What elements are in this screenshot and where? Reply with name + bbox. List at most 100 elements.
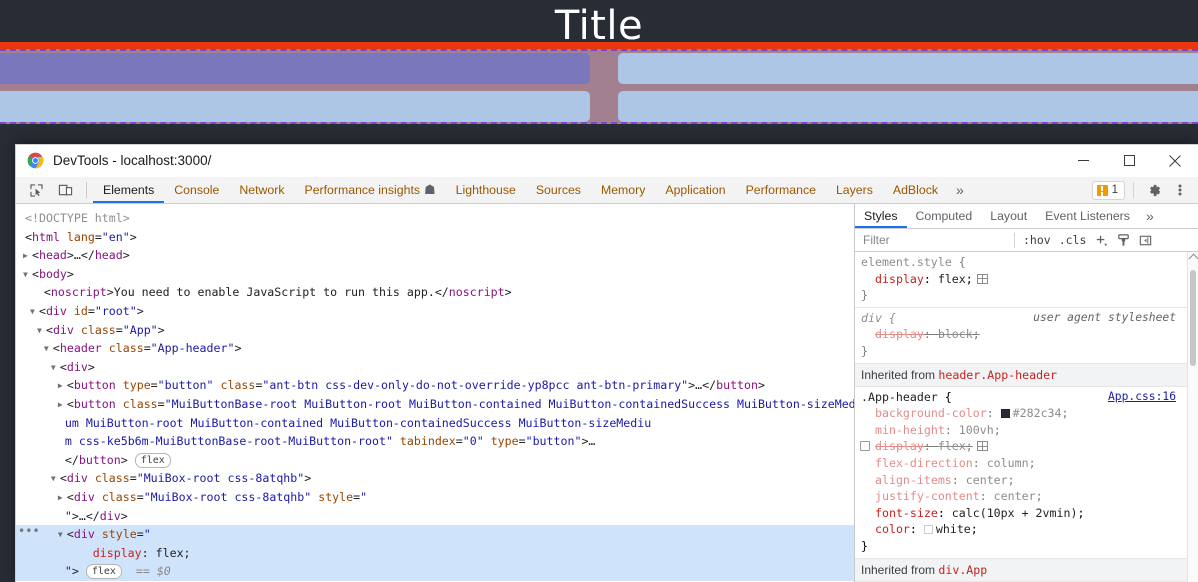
declaration-property: color <box>875 522 910 537</box>
style-rule[interactable]: element.style { display: flex; } <box>855 252 1198 308</box>
declaration-value: 100vh <box>958 422 994 437</box>
warning-count: 1 <box>1111 184 1118 196</box>
dom-line[interactable]: <div id="root"> <box>16 302 854 321</box>
noscript-text: You need to enable JavaScript to run thi… <box>113 285 435 300</box>
tab-application-label: Application <box>665 183 726 197</box>
device-toolbar-icon[interactable] <box>52 178 78 202</box>
dom-line[interactable]: <header class="App-header"> <box>16 339 854 358</box>
tab-console-label: Console <box>174 183 220 197</box>
settings-gear-icon[interactable] <box>1142 179 1166 201</box>
styles-filter-input[interactable] <box>858 233 1010 247</box>
dom-line[interactable]: <button class="MuiButtonBase-root MuiBut… <box>16 395 854 414</box>
more-tabs-icon[interactable]: » <box>948 177 972 203</box>
inherited-source: div.App <box>938 562 988 577</box>
declaration-checkbox[interactable] <box>860 441 870 452</box>
tab-layers[interactable]: Layers <box>826 177 883 203</box>
declaration[interactable]: align-items: center; <box>855 472 1198 489</box>
accent-bar <box>0 42 1198 49</box>
warning-badge[interactable]: 1 <box>1091 180 1125 200</box>
flex-badge[interactable]: flex <box>85 564 122 580</box>
tab-styles-label: Styles <box>864 209 898 223</box>
declaration[interactable]: display: flex; <box>855 271 1198 288</box>
element-highlight-overlay <box>0 49 1198 124</box>
element-classes-button[interactable]: .cls <box>1055 233 1091 247</box>
rule-close-brace: } <box>861 288 868 303</box>
tab-sources[interactable]: Sources <box>526 177 591 203</box>
styles-scrollbar[interactable] <box>1187 252 1198 582</box>
dom-line[interactable]: <noscript>You need to enable JavaScript … <box>16 283 854 302</box>
style-rule[interactable]: div {user agent stylesheet display: bloc… <box>855 308 1198 364</box>
dom-line-selected[interactable]: ••• <div style=" <box>16 522 854 544</box>
minimize-button[interactable] <box>1060 145 1106 177</box>
tab-console[interactable]: Console <box>164 177 229 203</box>
dom-tree-panel[interactable]: <!DOCTYPE html> <html lang="en"> <head>…… <box>16 204 854 582</box>
styles-more-tabs-icon[interactable]: » <box>1139 204 1161 228</box>
warning-icon <box>1096 184 1108 196</box>
color-swatch[interactable] <box>923 525 933 535</box>
styles-rules-list[interactable]: element.style { display: flex; } div {us… <box>855 252 1198 582</box>
declaration[interactable]: background-color: #282c34; <box>855 405 1198 422</box>
force-state-button[interactable]: :hov <box>1019 233 1055 247</box>
tab-memory[interactable]: Memory <box>591 177 655 203</box>
tab-performance[interactable]: Performance <box>736 177 826 203</box>
tab-event-listeners[interactable]: Event Listeners <box>1036 204 1139 228</box>
node-menu-icon[interactable]: ••• <box>18 522 40 541</box>
tab-styles[interactable]: Styles <box>855 204 907 228</box>
declaration[interactable]: color: white; <box>855 521 1198 538</box>
declaration[interactable]: justify-content: center; <box>855 488 1198 505</box>
rule-close-brace: } <box>861 538 868 553</box>
dom-line-selected[interactable]: "> flex == $0 <box>16 562 854 581</box>
dom-line[interactable]: </button> flex <box>16 451 854 470</box>
dom-line[interactable]: um MuiButton-root MuiButton-contained Mu… <box>16 414 854 433</box>
flex-badge[interactable]: flex <box>134 452 171 468</box>
tab-adblock[interactable]: AdBlock <box>883 177 948 203</box>
maximize-button[interactable] <box>1106 145 1152 177</box>
rule-origin-link[interactable]: App.css:16 <box>1108 389 1176 406</box>
new-style-rule-icon[interactable] <box>1090 230 1112 250</box>
declaration-property: display <box>875 327 924 342</box>
dom-line[interactable]: <button type="button" class="ant-btn css… <box>16 376 854 395</box>
dom-line[interactable]: <body> <box>16 265 854 284</box>
dom-line[interactable]: <head>…</head> <box>16 246 854 265</box>
declaration[interactable]: display: flex; <box>855 438 1198 455</box>
inspect-element-icon[interactable] <box>23 178 49 202</box>
dom-line[interactable]: <html lang="en"> <box>16 228 854 247</box>
dom-line[interactable]: <div class="MuiBox-root css-8atqhb" styl… <box>16 488 854 507</box>
toolbar-separator <box>86 182 87 198</box>
rule-selector: .App-header <box>861 389 938 404</box>
tab-adblock-label: AdBlock <box>892 183 939 197</box>
computed-styles-sidebar-icon[interactable] <box>1112 230 1134 250</box>
window-titlebar[interactable]: DevTools - localhost:3000/ <box>16 145 1198 177</box>
declaration[interactable]: flex-direction: column; <box>855 455 1198 472</box>
dom-line[interactable]: <!DOCTYPE html> <box>16 209 854 228</box>
declaration[interactable]: display: block; <box>855 326 1198 343</box>
scrollbar-thumb[interactable] <box>1190 270 1196 366</box>
declaration-value: flex <box>937 271 966 286</box>
tab-network[interactable]: Network <box>229 177 294 203</box>
tab-lighthouse[interactable]: Lighthouse <box>446 177 526 203</box>
declaration-property: font-size <box>875 505 938 520</box>
dom-line[interactable]: ">…</div> <box>16 507 854 526</box>
tab-performance-label: Performance <box>745 183 816 197</box>
devtools-menu-icon[interactable] <box>1168 179 1192 201</box>
tab-computed[interactable]: Computed <box>907 204 982 228</box>
declaration[interactable]: min-height: 100vh; <box>855 422 1198 439</box>
tab-application[interactable]: Application <box>655 177 735 203</box>
flexbox-editor-icon[interactable] <box>976 273 988 284</box>
toggle-sidebar-icon[interactable] <box>1134 230 1156 250</box>
tab-elements[interactable]: Elements <box>93 177 165 203</box>
tab-layout[interactable]: Layout <box>981 204 1036 228</box>
dom-line[interactable]: m css-ke5b6m-MuiButtonBase-root-MuiButto… <box>16 432 854 451</box>
style-rule[interactable]: .App-header {App.css:16 background-color… <box>855 387 1198 559</box>
rule-selector-line: .App-header {App.css:16 <box>861 389 1176 406</box>
scroll-up-arrow-icon[interactable] <box>1188 253 1198 264</box>
dom-line-selected[interactable]: display: flex; <box>16 543 854 563</box>
color-swatch[interactable] <box>1000 409 1010 419</box>
dom-line[interactable]: <div class="App"> <box>16 321 854 340</box>
flexbox-editor-icon[interactable] <box>976 441 988 452</box>
dom-line[interactable]: <div> <box>16 358 854 377</box>
tab-performance-insights[interactable]: Performance insights ☗ <box>295 177 446 203</box>
declaration[interactable]: font-size: calc(10px + 2vmin); <box>855 505 1198 522</box>
dom-line[interactable]: <div class="MuiBox-root css-8atqhb"> <box>16 469 854 488</box>
close-button[interactable] <box>1152 145 1198 177</box>
